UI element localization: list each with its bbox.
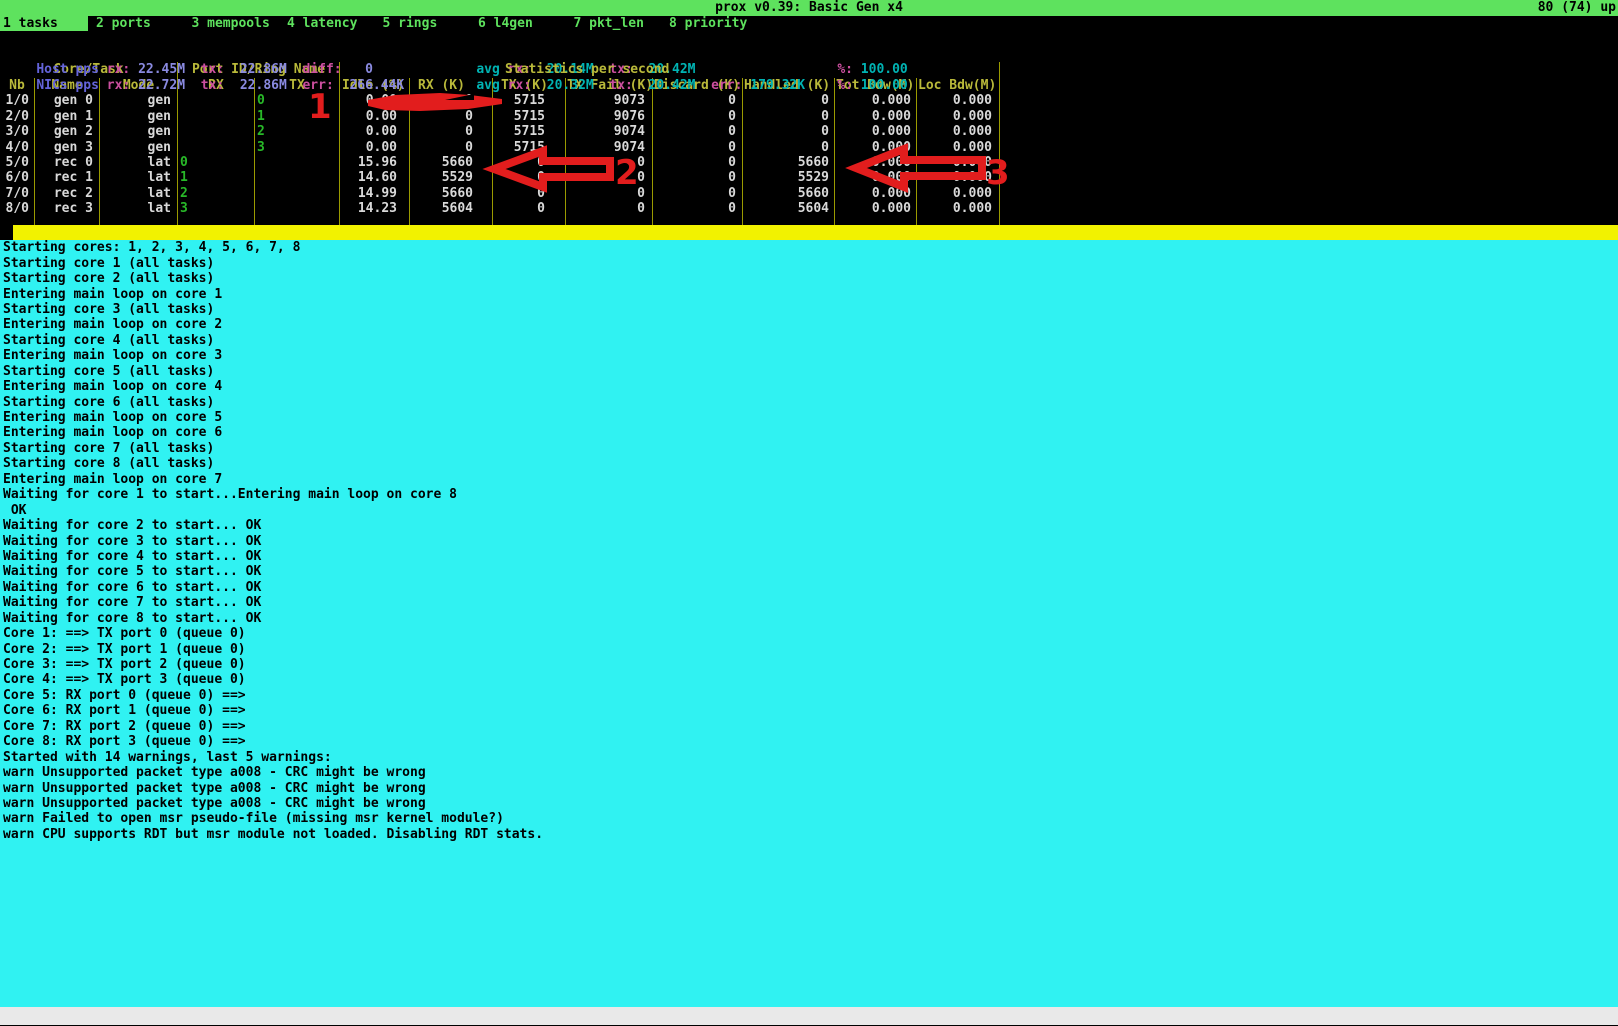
prox-terminal: prox v0.39: Basic Gen x4 80 (74) up 1 ta…: [0, 0, 1618, 1026]
log-output: Starting cores: 1, 2, 3, 4, 5, 6, 7, 8St…: [0, 240, 1618, 1007]
log-line: Waiting for core 3 to start... OK: [3, 534, 1618, 549]
log-line: Starting core 3 (all tasks): [3, 302, 1618, 317]
log-line: Core 5: RX port 0 (queue 0) ==>: [3, 688, 1618, 703]
screen-tab[interactable]: 6 l4gen: [470, 16, 566, 31]
screen-tab[interactable]: 4 latency: [279, 16, 375, 31]
command-hint-bar[interactable]: Enter 'help' or command, <ESC> or 'quit'…: [0, 1007, 1618, 1025]
log-line: Entering main loop on core 4: [3, 379, 1618, 394]
log-line: Core 4: ==> TX port 3 (queue 0): [3, 672, 1618, 687]
separator-bar: [0, 225, 1618, 240]
table-bottom-border-stub: [0, 217, 1618, 226]
terminal-cursor[interactable]: [0, 225, 13, 240]
core-stats-row: 3/0 gen 2 gen 2 0.00 0 5715 9074 0 0 0.0…: [0, 124, 1618, 139]
screen-tab[interactable]: 7 pkt_len: [566, 16, 662, 31]
log-line: Core 3: ==> TX port 2 (queue 0): [3, 657, 1618, 672]
log-line: Core 1: ==> TX port 0 (queue 0): [3, 626, 1618, 641]
log-line: warn Unsupported packet type a008 - CRC …: [3, 796, 1618, 811]
uptime-indicator: 80 (74) up: [1538, 0, 1616, 16]
table-body: 1/0 gen 0 gen 0 0.00 0 5715 9073 0 0 0.0…: [0, 93, 1618, 217]
log-line: Entering main loop on core 2: [3, 317, 1618, 332]
screen-tab[interactable]: 5 rings: [375, 16, 471, 31]
log-line: Waiting for core 4 to start... OK: [3, 549, 1618, 564]
core-stats-row: 5/0 rec 0 lat 0 15.96 5660 0 0 0 5660 0.…: [0, 155, 1618, 170]
core-stats-row: 1/0 gen 0 gen 0 0.00 0 5715 9073 0 0 0.0…: [0, 93, 1618, 108]
log-line: Entering main loop on core 5: [3, 410, 1618, 425]
log-line: Starting core 4 (all tasks): [3, 333, 1618, 348]
core-stats-row: 7/0 rec 2 lat 2 14.99 5660 0 0 0 5660 0.…: [0, 186, 1618, 201]
screen-tab[interactable]: 1 tasks: [0, 16, 88, 31]
log-line: Started with 14 warnings, last 5 warning…: [3, 750, 1618, 765]
log-line: OK: [3, 503, 1618, 518]
screen-tab-bar: 1 tasks 2 ports 3 mempools 4 latency 5 r…: [0, 16, 1618, 31]
log-line: Core 8: RX port 3 (queue 0) ==>: [3, 734, 1618, 749]
log-line: Waiting for core 7 to start... OK: [3, 595, 1618, 610]
log-line: Core 7: RX port 2 (queue 0) ==>: [3, 719, 1618, 734]
log-line: Entering main loop on core 3: [3, 348, 1618, 363]
log-line: warn Unsupported packet type a008 - CRC …: [3, 781, 1618, 796]
title-bar: prox v0.39: Basic Gen x4 80 (74) up: [0, 0, 1618, 16]
log-line: Entering main loop on core 6: [3, 425, 1618, 440]
log-line: Starting core 6 (all tasks): [3, 395, 1618, 410]
log-line: Entering main loop on core 1: [3, 287, 1618, 302]
log-line: Starting cores: 1, 2, 3, 4, 5, 6, 7, 8: [3, 240, 1618, 255]
nics-pps-line: NICs pps rx: 22.72M tx: 22.86M err: 266.…: [0, 47, 1618, 62]
app-title: prox v0.39: Basic Gen x4: [715, 0, 903, 15]
log-line: Waiting for core 2 to start... OK: [3, 518, 1618, 533]
log-line: Waiting for core 5 to start... OK: [3, 564, 1618, 579]
core-stats-row: 2/0 gen 1 gen 1 0.00 0 5715 9076 0 0 0.0…: [0, 109, 1618, 124]
log-line: Waiting for core 6 to start... OK: [3, 580, 1618, 595]
core-stats-row: 6/0 rec 1 lat 1 14.60 5529 0 0 0 5529 0.…: [0, 170, 1618, 185]
screen-tab[interactable]: 3 mempools: [184, 16, 280, 31]
log-line: Entering main loop on core 7: [3, 472, 1618, 487]
log-line: warn Failed to open msr pseudo-file (mis…: [3, 811, 1618, 826]
log-line: warn CPU supports RDT but msr module not…: [3, 827, 1618, 842]
log-line: warn Unsupported packet type a008 - CRC …: [3, 765, 1618, 780]
log-line: Core 6: RX port 1 (queue 0) ==>: [3, 703, 1618, 718]
group-header-statistics: Statistics per second: [340, 62, 1000, 77]
log-line: Core 2: ==> TX port 1 (queue 0): [3, 642, 1618, 657]
screen-tab[interactable]: 8 priority: [661, 16, 757, 31]
log-line: Starting core 7 (all tasks): [3, 441, 1618, 456]
log-line: Waiting for core 1 to start...Entering m…: [3, 487, 1618, 502]
col-header-locbdw: Loc Bdw(M): [917, 78, 1000, 93]
core-stats-row: 8/0 rec 3 lat 3 14.23 5604 0 0 0 5604 0.…: [0, 201, 1618, 216]
log-line: Waiting for core 8 to start... OK: [3, 611, 1618, 626]
log-line: Starting core 5 (all tasks): [3, 364, 1618, 379]
screen-tab[interactable]: 2 ports: [88, 16, 184, 31]
host-pps-line: Host pps rx: 22.45M tx: 22.86M diff: 0 a…: [0, 31, 1618, 46]
core-stats-row: 4/0 gen 3 gen 3 0.00 0 5715 9074 0 0 0.0…: [0, 140, 1618, 155]
log-line: Starting core 2 (all tasks): [3, 271, 1618, 286]
log-line: Starting core 1 (all tasks): [3, 256, 1618, 271]
log-line: Starting core 8 (all tasks): [3, 456, 1618, 471]
